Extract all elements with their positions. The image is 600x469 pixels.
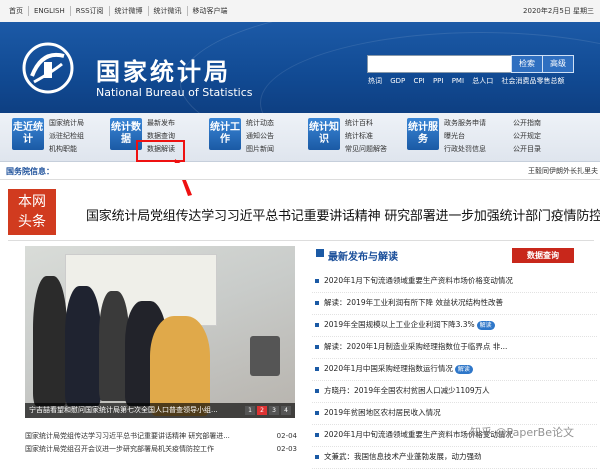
search-input[interactable]: [367, 55, 515, 73]
ticker-label: 国务院信息：: [6, 167, 54, 176]
interpretation-tag[interactable]: 解读: [476, 320, 495, 330]
nav-link[interactable]: 行政处罚信息: [444, 144, 486, 154]
photo-person: [150, 316, 210, 416]
nav-group-service: 统计服务 政务服务申请 曝光台 行政处罚信息: [407, 118, 486, 154]
list-item-text[interactable]: 解读：2019年工业利润有所下降 效益状况结构性改善: [324, 298, 503, 307]
list-item-text[interactable]: 方晓丹：2019年全国农村贫困人口减少1109万人: [324, 386, 490, 395]
hot-word[interactable]: CPI: [414, 77, 425, 85]
photo-monitor: [250, 336, 280, 376]
list-item-text[interactable]: 2019年贫困地区农村居民收入情况: [324, 408, 441, 417]
photo-person: [65, 286, 101, 406]
top-link-wechat[interactable]: 统计微讯: [149, 6, 188, 16]
list-item-text[interactable]: 文兼武：我国信息技术产业蓬勃发展，动力强劲: [324, 452, 482, 461]
nav-link[interactable]: 公开规定: [513, 131, 541, 141]
headline-badge-label: 本网头条: [18, 194, 46, 230]
nav-badge-about[interactable]: 走近统计: [12, 118, 44, 150]
nav-group-work: 统计工作 统计动态 通知公告 图片新闻: [209, 118, 274, 154]
pager-dot-active[interactable]: 2: [257, 406, 267, 415]
hot-word[interactable]: PPI: [433, 77, 444, 85]
header-banner: 国家统计局 National Bureau of Statistics 检索 高…: [0, 22, 600, 113]
pager-dot[interactable]: 4: [281, 406, 291, 415]
top-bar: 首页 ENGLISH RSS订阅 统计微博 统计微讯 移动客户端 2020年2月…: [0, 0, 600, 23]
list-item[interactable]: 解读：2020年1月制造业采购经理指数位于临界点 非...: [312, 337, 597, 359]
nav-link[interactable]: 统计百科: [345, 118, 387, 128]
photo-person: [33, 276, 67, 406]
nav-link[interactable]: 最新发布: [147, 118, 175, 128]
watermark: 知乎 @PaperBe论文: [470, 426, 574, 439]
hot-word[interactable]: 总人口: [472, 77, 493, 85]
nav-link[interactable]: 统计标准: [345, 131, 387, 141]
list-item-text[interactable]: 2019年全国规模以上工业企业利润下降3.3%: [324, 320, 475, 329]
section-icon: [316, 249, 324, 257]
list-item[interactable]: 解读：2019年工业利润有所下降 效益状况结构性改善: [312, 293, 597, 315]
advanced-search-button[interactable]: 高级: [542, 55, 574, 73]
data-query-button[interactable]: 数据查询: [512, 248, 574, 263]
divider: [8, 240, 594, 241]
top-link-home[interactable]: 首页: [4, 6, 29, 16]
list-item[interactable]: 2019年全国规模以上工业企业利润下降3.3% 解读: [312, 315, 597, 337]
nav-link[interactable]: 国家统计局: [49, 118, 84, 128]
section-title: 最新发布与解读: [328, 252, 398, 263]
top-link-weibo[interactable]: 统计微博: [110, 6, 149, 16]
top-link-rss[interactable]: RSS订阅: [71, 6, 110, 16]
nav-badge-work[interactable]: 统计工作: [209, 118, 241, 150]
nav-link[interactable]: 通知公告: [246, 131, 274, 141]
interpretation-tag[interactable]: 解读: [454, 364, 473, 374]
left-news-list: 国家统计局党组传达学习习近平总书记重要讲话精神 研究部署进... 02-04 国…: [25, 430, 297, 456]
nav-group-disclosure: 公开指南 公开规定 公开目录: [508, 118, 541, 154]
nav-link[interactable]: 图片新闻: [246, 144, 274, 154]
nav-link[interactable]: 机构职能: [49, 144, 84, 154]
hot-word[interactable]: GDP: [390, 77, 405, 85]
search-button[interactable]: 检索: [511, 55, 543, 73]
hot-words: 热词 GDP CPI PPI PMI 总人口 社会消费品零售总额: [368, 76, 570, 86]
nav-link[interactable]: 公开指南: [513, 118, 541, 128]
nav-link[interactable]: 曝光台: [444, 131, 486, 141]
nav-link[interactable]: 统计动态: [246, 118, 274, 128]
pager-dot[interactable]: 1: [245, 406, 255, 415]
list-item[interactable]: 国家统计局党组传达学习习近平总书记重要讲话精神 研究部署进... 02-04: [25, 430, 297, 443]
hot-words-label: 热词: [368, 77, 382, 85]
hot-word[interactable]: PMI: [452, 77, 464, 85]
nav-badge-knowledge[interactable]: 统计知识: [308, 118, 340, 150]
nav-link[interactable]: 公开目录: [513, 144, 541, 154]
photo-caption[interactable]: 宁吉喆看望和慰问国家统计局第七次全国人口普查领导小组...: [29, 405, 218, 415]
hot-word[interactable]: 社会消费品零售总额: [501, 77, 564, 85]
list-item-text[interactable]: 2020年1月中国采购经理指数运行情况: [324, 364, 453, 373]
nav-link[interactable]: 派驻纪检组: [49, 131, 84, 141]
nbs-logo-icon[interactable]: [22, 42, 74, 94]
list-item[interactable]: 文兼武：我国信息技术产业蓬勃发展，动力强劲: [312, 447, 597, 469]
nav-group-knowledge: 统计知识 统计百科 统计标准 常见问题解答: [308, 118, 387, 154]
site-subtitle: National Bureau of Statistics: [96, 86, 253, 99]
news-ticker: 国务院信息： 王毅同伊朗外长扎里夫: [0, 163, 600, 180]
main-nav: 走近统计 国家统计局 派驻纪检组 机构职能 统计数据 最新发布 数据查询 数据解…: [0, 113, 600, 162]
photo-pager: 1 2 3 4: [245, 406, 291, 415]
top-links: 首页 ENGLISH RSS订阅 统计微博 统计微讯 移动客户端: [4, 6, 233, 16]
pager-dot[interactable]: 3: [269, 406, 279, 415]
nav-link[interactable]: 常见问题解答: [345, 144, 387, 154]
top-link-mobile[interactable]: 移动客户端: [188, 6, 233, 16]
top-link-english[interactable]: ENGLISH: [29, 6, 71, 16]
nav-group-about: 走近统计 国家统计局 派驻纪检组 机构职能: [12, 118, 84, 154]
news-photo[interactable]: 宁吉喆看望和慰问国家统计局第七次全国人口普查领导小组... 1 2 3 4: [25, 246, 295, 418]
list-item[interactable]: 2020年1月中国采购经理指数运行情况 解读: [312, 359, 597, 381]
list-item[interactable]: 2019年贫困地区农村居民收入情况: [312, 403, 597, 425]
list-item[interactable]: 方晓丹：2019年全国农村贫困人口减少1109万人: [312, 381, 597, 403]
list-item[interactable]: 2020年1月下旬流通领域重要生产资料市场价格变动情况: [312, 271, 597, 293]
list-item[interactable]: 国家统计局党组召开会议进一步研究部署局机关疫情防控工作 02-03: [25, 443, 297, 456]
nav-link[interactable]: 政务服务申请: [444, 118, 486, 128]
list-item-text[interactable]: 国家统计局党组传达学习习近平总书记重要讲话精神 研究部署进...: [25, 430, 230, 443]
list-item-text[interactable]: 解读：2020年1月制造业采购经理指数位于临界点 非...: [324, 342, 507, 351]
site-title: 国家统计局: [96, 58, 231, 86]
ticker-text[interactable]: 王毅同伊朗外长扎里夫: [528, 166, 598, 176]
list-item-date: 02-03: [276, 445, 297, 453]
list-item-text[interactable]: 国家统计局党组召开会议进一步研究部署局机关疫情防控工作: [25, 443, 214, 456]
headline-link[interactable]: 国家统计局党组传达学习习近平总书记重要讲话精神 研究部署进一步加强统计部门疫情防…: [86, 205, 600, 224]
headline-badge: 本网头条: [8, 189, 56, 235]
nav-badge-service[interactable]: 统计服务: [407, 118, 439, 150]
list-item-text[interactable]: 2020年1月下旬流通领域重要生产资料市场价格变动情况: [324, 276, 513, 285]
list-item-date: 02-04: [276, 432, 297, 440]
current-date: 2020年2月5日 星期三: [523, 7, 594, 15]
